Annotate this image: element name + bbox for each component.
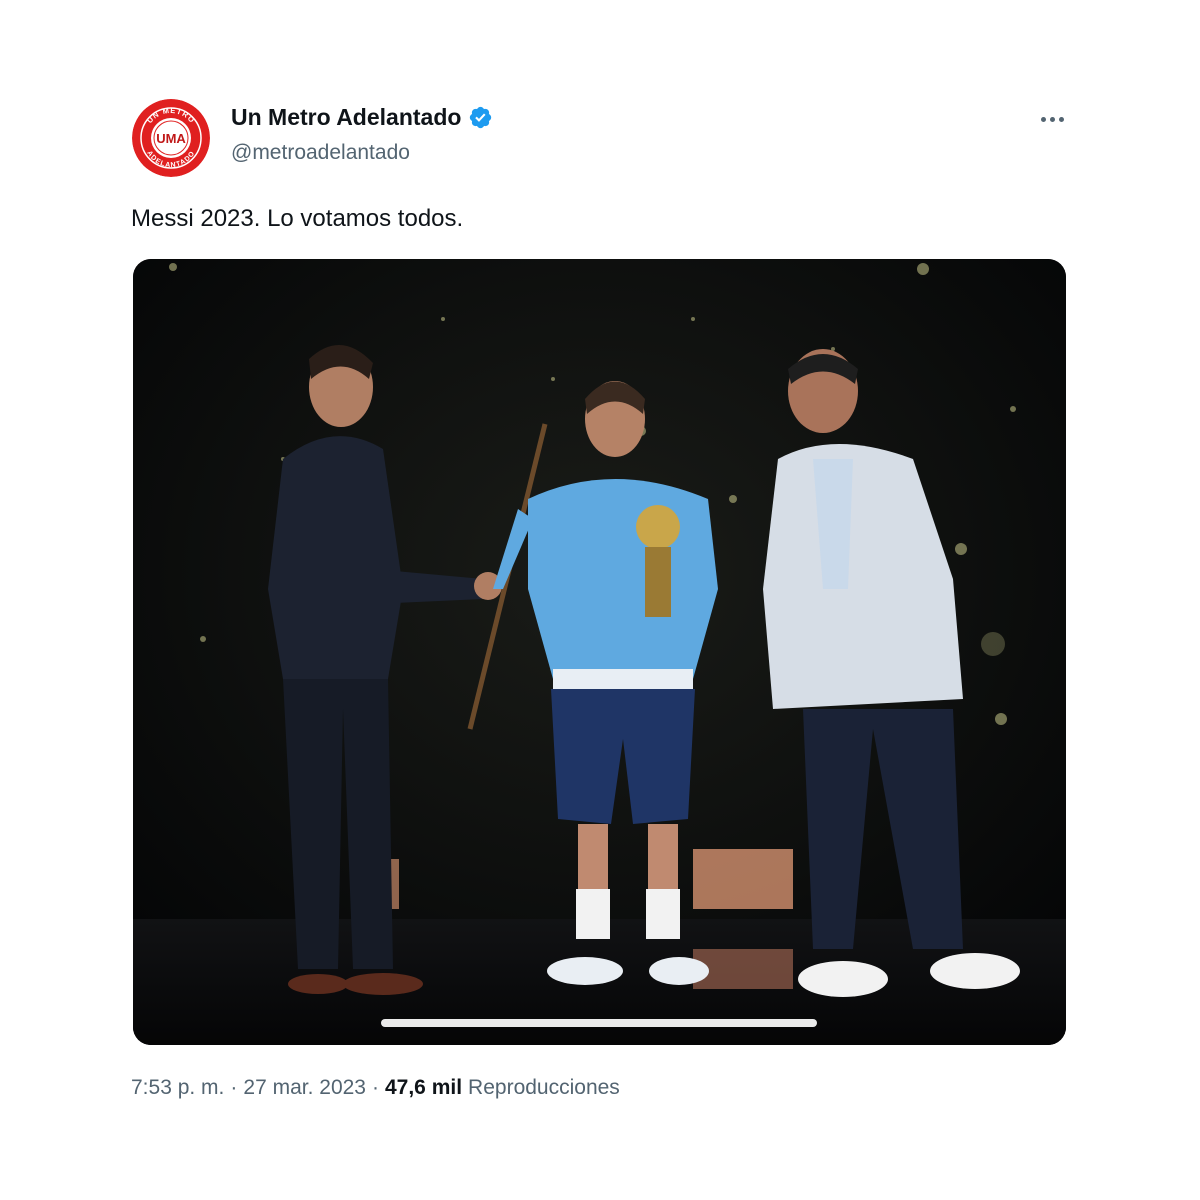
tweet-video[interactable] (133, 259, 1066, 1045)
more-horizontal-icon (1040, 116, 1046, 122)
meta-separator-2: · (371, 1076, 379, 1099)
display-name[interactable]: Un Metro Adelantado (231, 104, 493, 131)
meta-separator: · (230, 1076, 238, 1099)
more-options-button[interactable] (1030, 104, 1074, 134)
tweet-text: Messi 2023. Lo votamos todos. (131, 205, 464, 232)
video-frame (133, 259, 1066, 1045)
tweet-time[interactable]: 7:53 p. m. (131, 1076, 224, 1100)
avatar-logo-text: UMA (156, 131, 186, 146)
una-logo-icon: UN METRO ADELANTADO UMA (132, 99, 210, 177)
display-name-text: Un Metro Adelantado (231, 104, 462, 130)
tweet-card: UN METRO ADELANTADO UMA Un Metro Adelant… (0, 0, 1200, 1200)
handle[interactable]: @metroadelantado (231, 141, 410, 165)
avatar[interactable]: UN METRO ADELANTADO UMA (132, 99, 210, 177)
verified-badge-icon (468, 105, 493, 130)
tweet-date[interactable]: 27 mar. 2023 (243, 1076, 366, 1100)
views-label: Reproducciones (468, 1076, 620, 1099)
views-count: 47,6 mil (384, 1076, 463, 1099)
tweet-meta: 7:53 p. m. · 27 mar. 2023 · 47,6 mil Rep… (131, 1076, 620, 1100)
video-progress-bar[interactable] (381, 1019, 817, 1027)
